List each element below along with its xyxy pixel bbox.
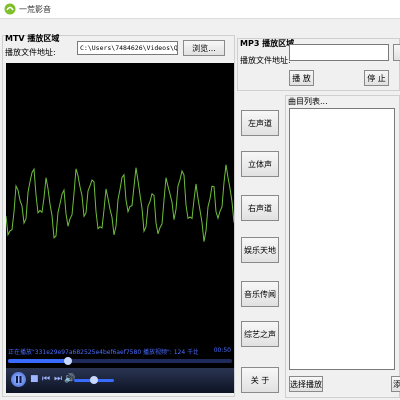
- seek-bar-fill: [8, 359, 69, 363]
- player-control-bar: ■ ⏮ ⏭ 🔊: [6, 368, 234, 393]
- music-news-button[interactable]: 音乐传闻: [241, 281, 279, 307]
- playlist-label: 曲目列表...: [288, 97, 328, 106]
- play-icon[interactable]: [11, 372, 26, 387]
- browse-button[interactable]: 浏览...: [183, 40, 225, 56]
- stop-icon[interactable]: ■: [30, 374, 39, 384]
- waveform-line: [6, 164, 234, 242]
- player-time: 00:50: [213, 347, 231, 354]
- seek-bar-knob[interactable]: [64, 357, 73, 365]
- mp3-section-label: MP3 播放区域: [240, 39, 295, 48]
- mp3-play-button[interactable]: 播 放: [289, 70, 314, 86]
- stereo-button[interactable]: 立体声: [241, 151, 279, 177]
- select-play-button[interactable]: 选择播放: [289, 376, 323, 392]
- mp3-file-label: 播放文件地址:: [240, 56, 291, 65]
- browse-mp3-button[interactable]: [393, 44, 400, 61]
- seek-bar[interactable]: [8, 357, 232, 365]
- volume-knob[interactable]: [90, 376, 98, 384]
- waveform-display: [6, 164, 234, 242]
- video-player[interactable]: 正在播放"331e29e97a682525e4bef6aef7580 播放视频"…: [6, 63, 234, 393]
- mp3-file-path-input[interactable]: [289, 44, 389, 61]
- right-channel-button[interactable]: 右声道: [241, 195, 279, 221]
- playlist-listbox[interactable]: [289, 108, 395, 370]
- variety-button[interactable]: 综艺之声: [241, 321, 279, 347]
- about-button[interactable]: 关 于: [241, 367, 279, 393]
- mtv-section-label: MTV 播放区域: [5, 34, 60, 43]
- player-status-text: 正在播放"331e29e97a682525e4bef6aef7580 播放视频"…: [8, 349, 198, 356]
- app-icon: [4, 3, 16, 15]
- entertainment-button[interactable]: 娱乐天地: [241, 237, 279, 263]
- left-channel-button[interactable]: 左声道: [241, 110, 279, 136]
- mtv-file-path-input[interactable]: C:\Users\7484626\Videos\QQplayerClip\331…: [77, 41, 178, 55]
- title-bar: 一荒影音: [0, 0, 400, 19]
- add-button[interactable]: 添: [391, 376, 400, 392]
- prev-icon[interactable]: ⏮: [42, 374, 50, 384]
- mp3-stop-button[interactable]: 停 止: [364, 70, 389, 86]
- volume-slider[interactable]: [74, 376, 114, 384]
- next-icon[interactable]: ⏭: [54, 374, 62, 384]
- mtv-file-label: 播放文件地址:: [5, 48, 56, 57]
- window-title: 一荒影音: [19, 5, 51, 14]
